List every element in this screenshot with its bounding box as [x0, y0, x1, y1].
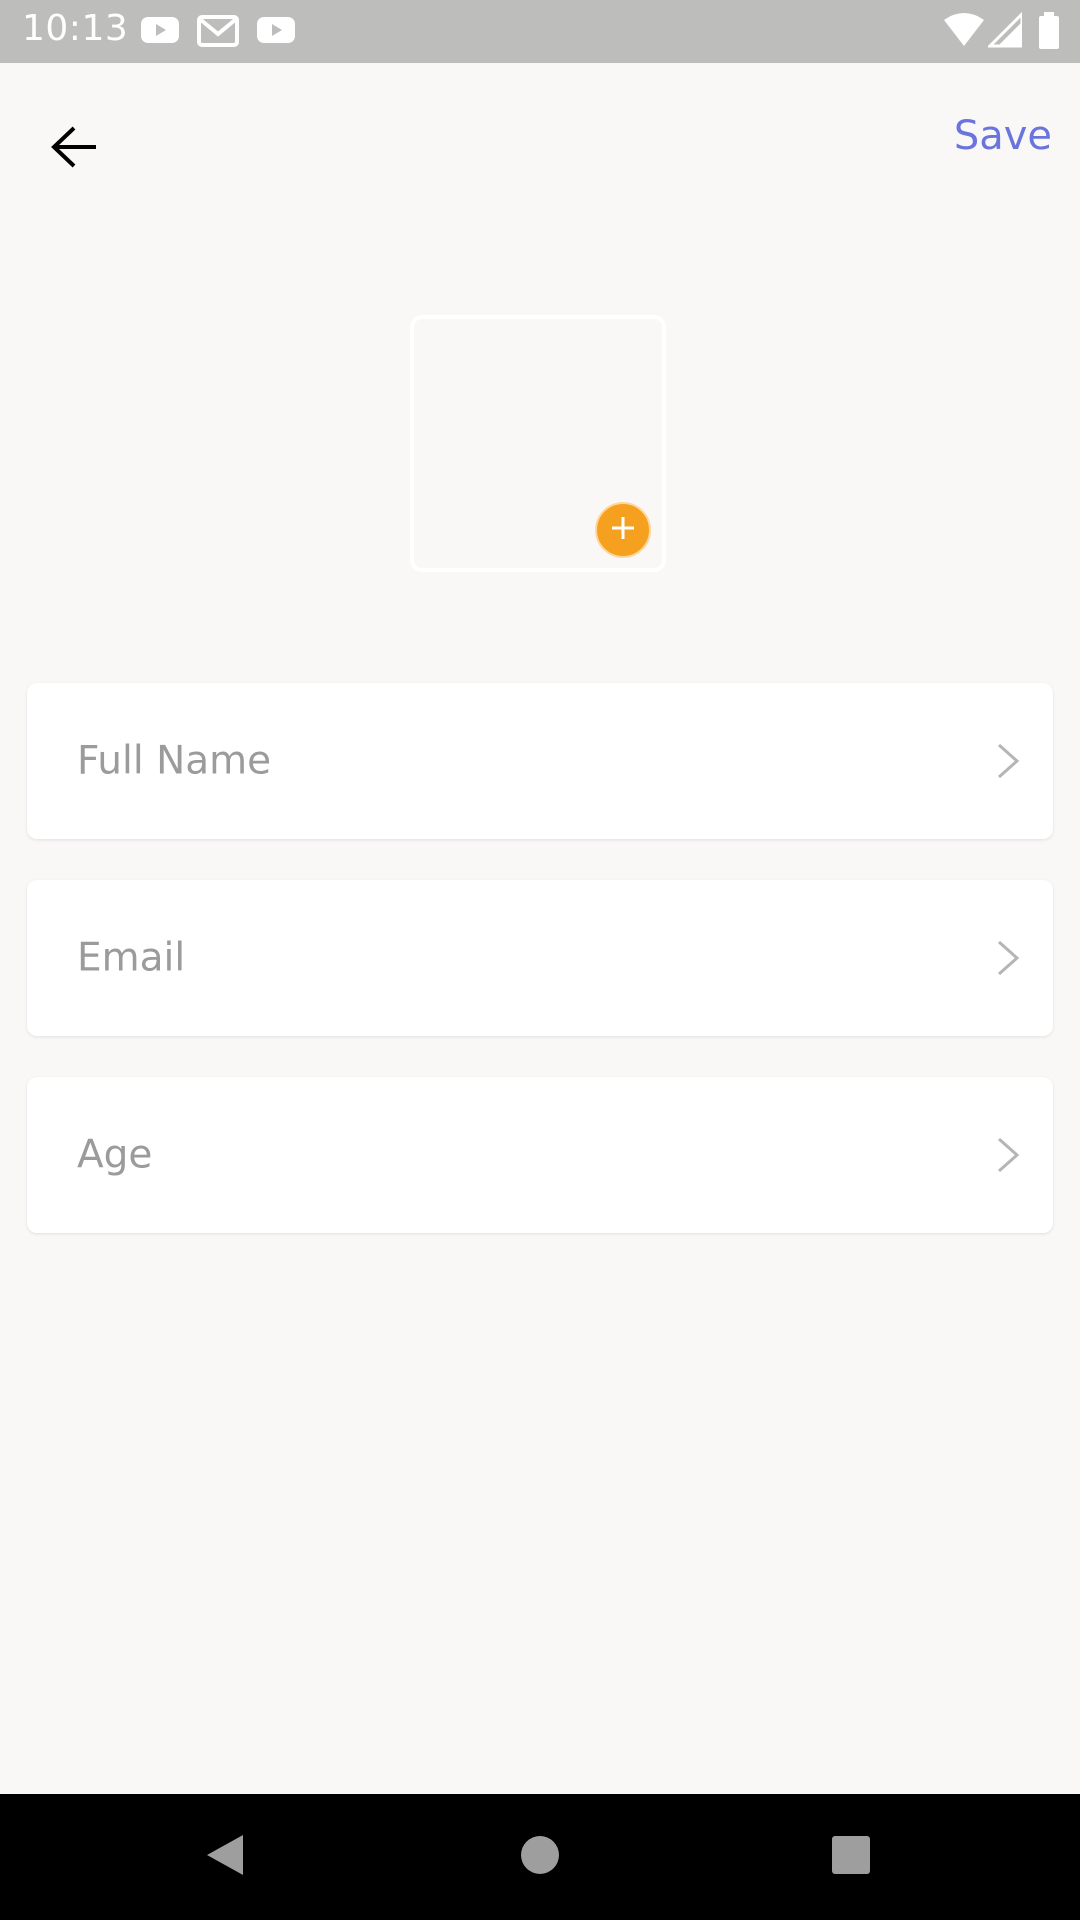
- full-name-label: Full Name: [77, 738, 272, 784]
- youtube-icon: [140, 14, 180, 50]
- chevron-right-icon: [993, 938, 1023, 978]
- home-circle-icon: [519, 1834, 561, 1880]
- age-label: Age: [77, 1132, 153, 1178]
- back-triangle-icon: [203, 1831, 247, 1883]
- add-photo-button[interactable]: [595, 502, 651, 558]
- nav-recents-button[interactable]: [818, 1824, 884, 1890]
- email-field[interactable]: Email: [27, 880, 1053, 1036]
- cell-signal-icon: [986, 10, 1024, 52]
- chevron-right-icon: [993, 1135, 1023, 1175]
- status-bar: 10:13: [0, 0, 1080, 63]
- wifi-icon: [944, 12, 984, 52]
- age-field[interactable]: Age: [27, 1077, 1053, 1233]
- youtube-icon: [256, 14, 296, 50]
- gmail-icon: [197, 14, 239, 52]
- system-nav-bar: [0, 1794, 1080, 1920]
- save-button[interactable]: Save: [954, 113, 1052, 159]
- app-bar: Save: [0, 63, 1080, 211]
- status-time: 10:13: [22, 8, 129, 49]
- back-button[interactable]: [30, 105, 118, 193]
- nav-home-button[interactable]: [507, 1824, 573, 1890]
- nav-back-button[interactable]: [192, 1824, 258, 1890]
- chevron-right-icon: [993, 741, 1023, 781]
- email-label: Email: [77, 935, 186, 981]
- battery-icon: [1038, 12, 1060, 54]
- arrow-left-icon: [50, 125, 98, 173]
- full-name-field[interactable]: Full Name: [27, 683, 1053, 839]
- recents-square-icon: [830, 1834, 872, 1880]
- plus-icon: [610, 515, 636, 545]
